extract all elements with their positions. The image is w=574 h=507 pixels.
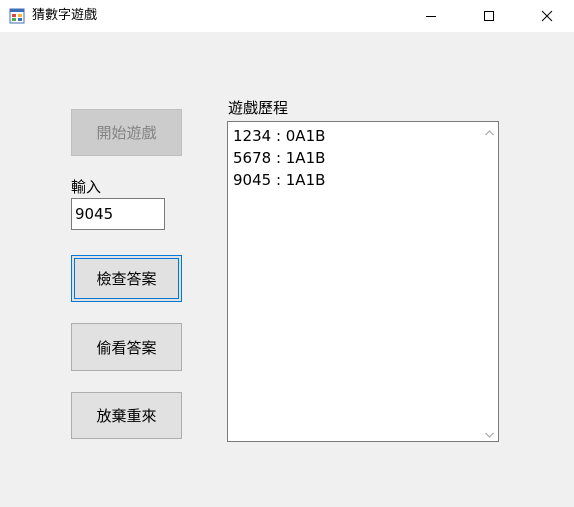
history-label: 遊戲歷程 <box>228 99 289 117</box>
maximize-icon <box>483 7 495 26</box>
check-answer-button[interactable]: 檢查答案 <box>71 255 182 302</box>
history-textbox[interactable]: 1234 : 0A1B 5678 : 1A1B 9045 : 1A1B <box>227 121 499 442</box>
minimize-icon <box>425 7 437 26</box>
vertical-scrollbar[interactable] <box>481 122 498 441</box>
history-entry: 1234 : 0A1B <box>233 127 326 145</box>
history-entry: 9045 : 1A1B <box>233 171 326 189</box>
peek-answer-button[interactable]: 偷看答案 <box>71 323 182 371</box>
start-game-label: 開始遊戲 <box>96 124 157 142</box>
chevron-up-icon <box>485 121 494 140</box>
input-label: 輸入 <box>71 178 102 196</box>
history-list: 1234 : 0A1B 5678 : 1A1B 9045 : 1A1B <box>233 125 325 191</box>
check-answer-label: 檢查答案 <box>96 270 157 288</box>
close-icon <box>541 7 553 26</box>
scroll-down-button[interactable] <box>481 424 498 441</box>
app-window: 猜數字遊戲 開始遊戲 輸入 檢查答案 偷看答案 放棄 <box>0 0 574 507</box>
close-button[interactable] <box>524 0 570 32</box>
history-entry: 5678 : 1A1B <box>233 149 326 167</box>
minimize-button[interactable] <box>408 0 454 32</box>
give-up-label: 放棄重來 <box>96 407 157 425</box>
window-title: 猜數字遊戲 <box>32 8 98 23</box>
scroll-up-button[interactable] <box>481 122 498 139</box>
give-up-button[interactable]: 放棄重來 <box>71 392 182 439</box>
start-game-button[interactable]: 開始遊戲 <box>71 109 182 156</box>
app-window-icon <box>9 8 25 24</box>
chevron-down-icon <box>485 423 494 442</box>
title-bar[interactable]: 猜數字遊戲 <box>0 0 574 32</box>
guess-input[interactable] <box>71 198 165 230</box>
maximize-button[interactable] <box>466 0 512 32</box>
peek-answer-label: 偷看答案 <box>96 338 157 357</box>
